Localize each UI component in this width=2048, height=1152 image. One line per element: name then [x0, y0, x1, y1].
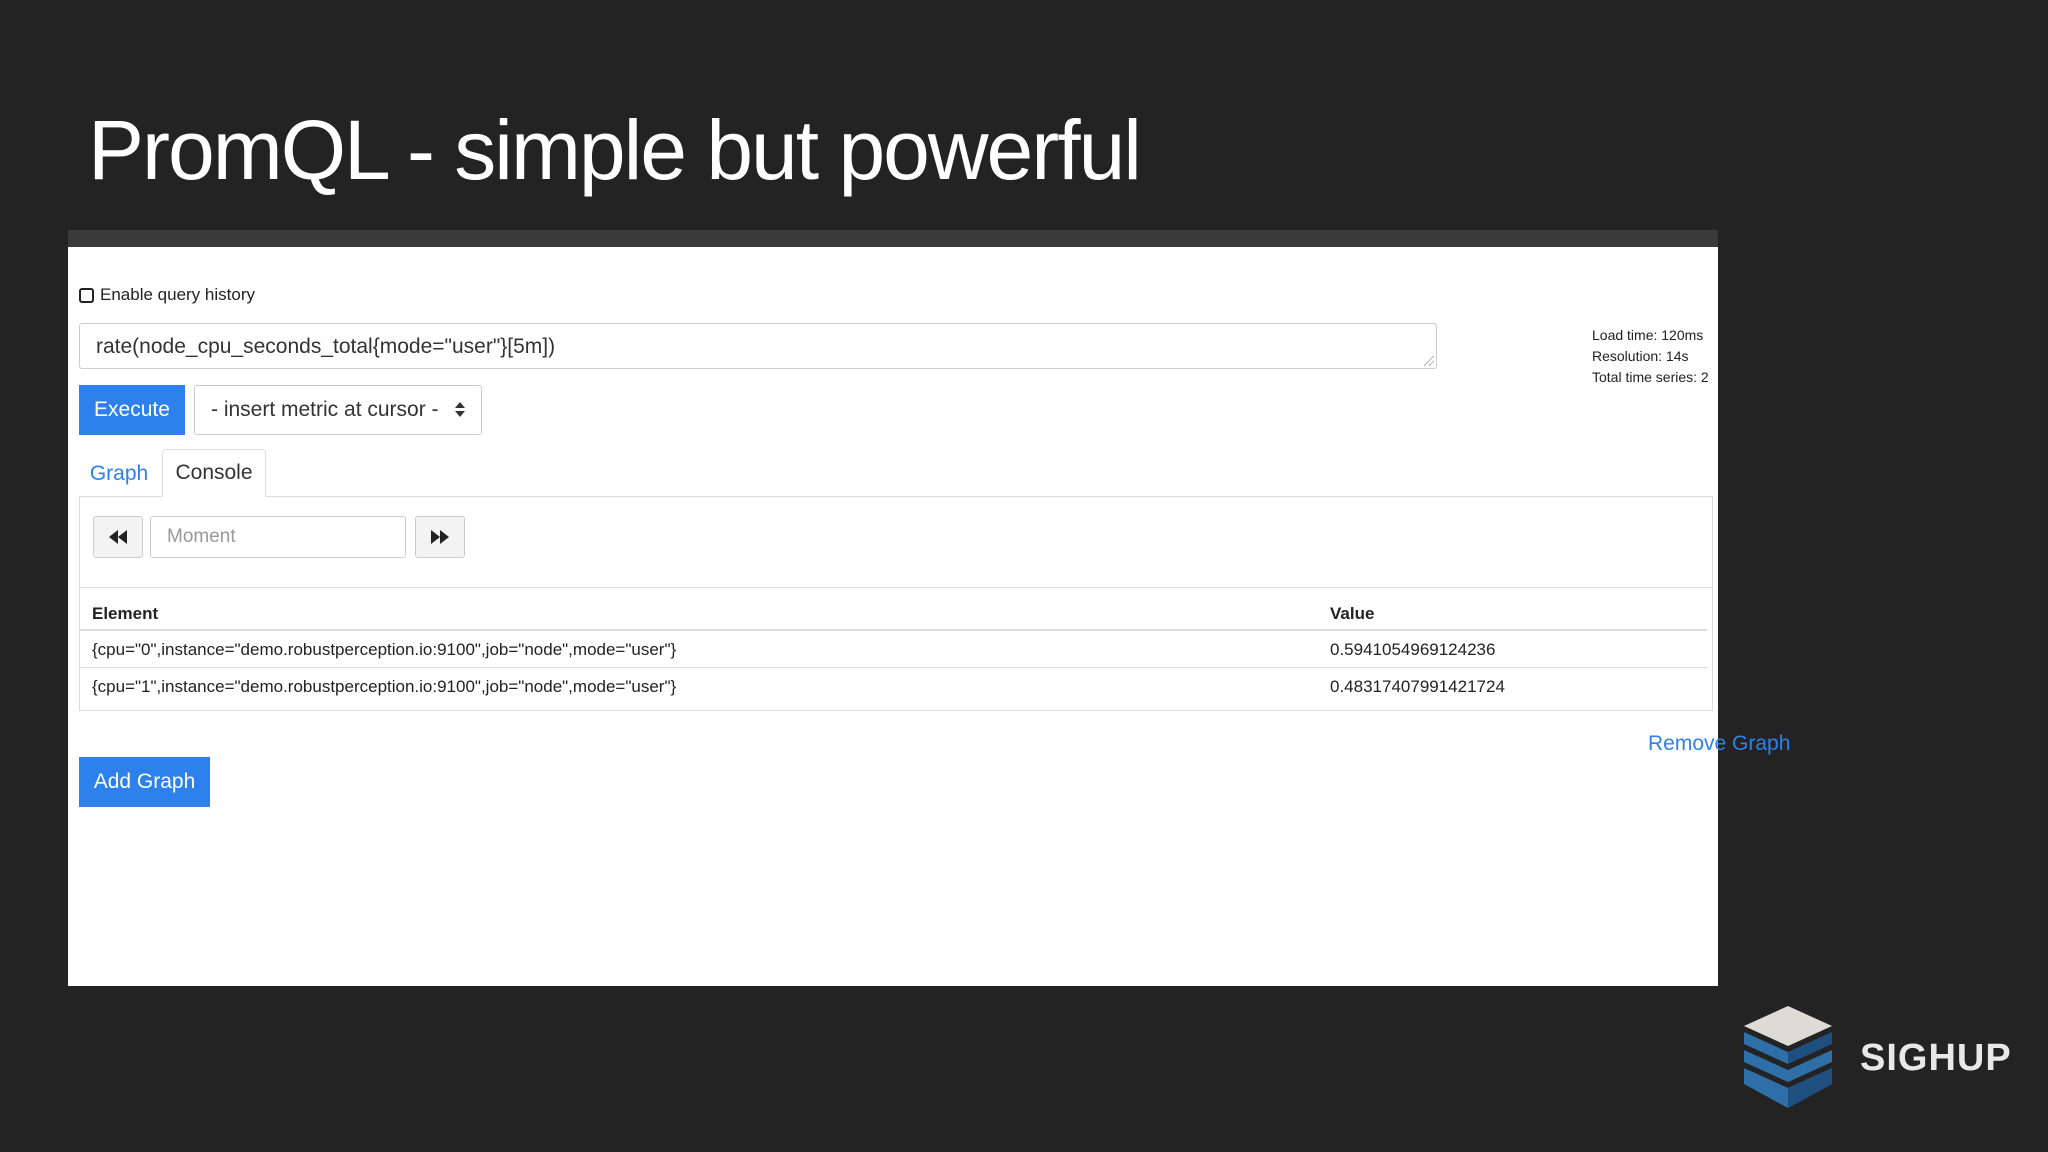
header-value: Value [1330, 604, 1375, 623]
stat-resolution: Resolution: 14s [1592, 348, 1689, 364]
expression-text: rate(node_cpu_seconds_total{mode="user"}… [96, 335, 556, 358]
console-panel: Moment Element Value {cpu="0",instance="… [79, 496, 1713, 711]
resize-grip-icon[interactable] [1424, 356, 1434, 366]
fast-backward-icon [109, 530, 127, 544]
sighup-cube-icon [1744, 1006, 1832, 1108]
moment-input[interactable]: Moment [150, 516, 406, 558]
metric-select-label: - insert metric at cursor - [211, 398, 439, 421]
results-table-header: Element Value [80, 595, 1707, 631]
history-label: Enable query history [100, 285, 255, 304]
sighup-logo: SIGHUP [1736, 1000, 2036, 1116]
tab-graph[interactable]: Graph [79, 451, 159, 497]
slide-title: PromQL - simple but powerful [88, 103, 1142, 197]
moment-back-button[interactable] [93, 516, 143, 558]
app-top-bar [68, 230, 1718, 247]
moment-forward-button[interactable] [415, 516, 465, 558]
row-value: 0.5941054969124236 [1330, 640, 1496, 659]
table-top-divider [80, 587, 1712, 588]
query-stats: Load time: 120ms Resolution: 14s Total t… [1592, 325, 1709, 388]
moment-placeholder: Moment [167, 526, 236, 547]
select-arrows-icon [455, 402, 465, 417]
fast-forward-icon [431, 530, 449, 544]
stat-load-time: Load time: 120ms [1592, 327, 1704, 343]
tab-console[interactable]: Console [162, 449, 266, 497]
brand-name: SIGHUP [1860, 1036, 2012, 1079]
table-row: {cpu="0",instance="demo.robustperception… [80, 631, 1707, 668]
execute-button[interactable]: Execute [79, 385, 185, 435]
expression-input[interactable]: rate(node_cpu_seconds_total{mode="user"}… [79, 323, 1437, 369]
header-element: Element [92, 604, 159, 623]
remove-graph-link[interactable]: Remove Graph [1648, 732, 1790, 756]
history-checkbox[interactable] [79, 287, 94, 303]
add-graph-button[interactable]: Add Graph [79, 757, 210, 807]
prometheus-console: Enable query history rate(node_cpu_secon… [68, 247, 1790, 986]
query-history-toggle[interactable]: Enable query history [79, 285, 255, 305]
insert-metric-select[interactable]: - insert metric at cursor - [194, 385, 482, 435]
stat-total-series: Total time series: 2 [1592, 369, 1709, 385]
row-value: 0.48317407991421724 [1330, 677, 1505, 696]
table-row: {cpu="1",instance="demo.robustperception… [80, 668, 1707, 704]
row-element: {cpu="1",instance="demo.robustperception… [92, 677, 677, 696]
row-element: {cpu="0",instance="demo.robustperception… [92, 640, 677, 659]
prometheus-screenshot: Enable query history rate(node_cpu_secon… [68, 230, 1790, 986]
